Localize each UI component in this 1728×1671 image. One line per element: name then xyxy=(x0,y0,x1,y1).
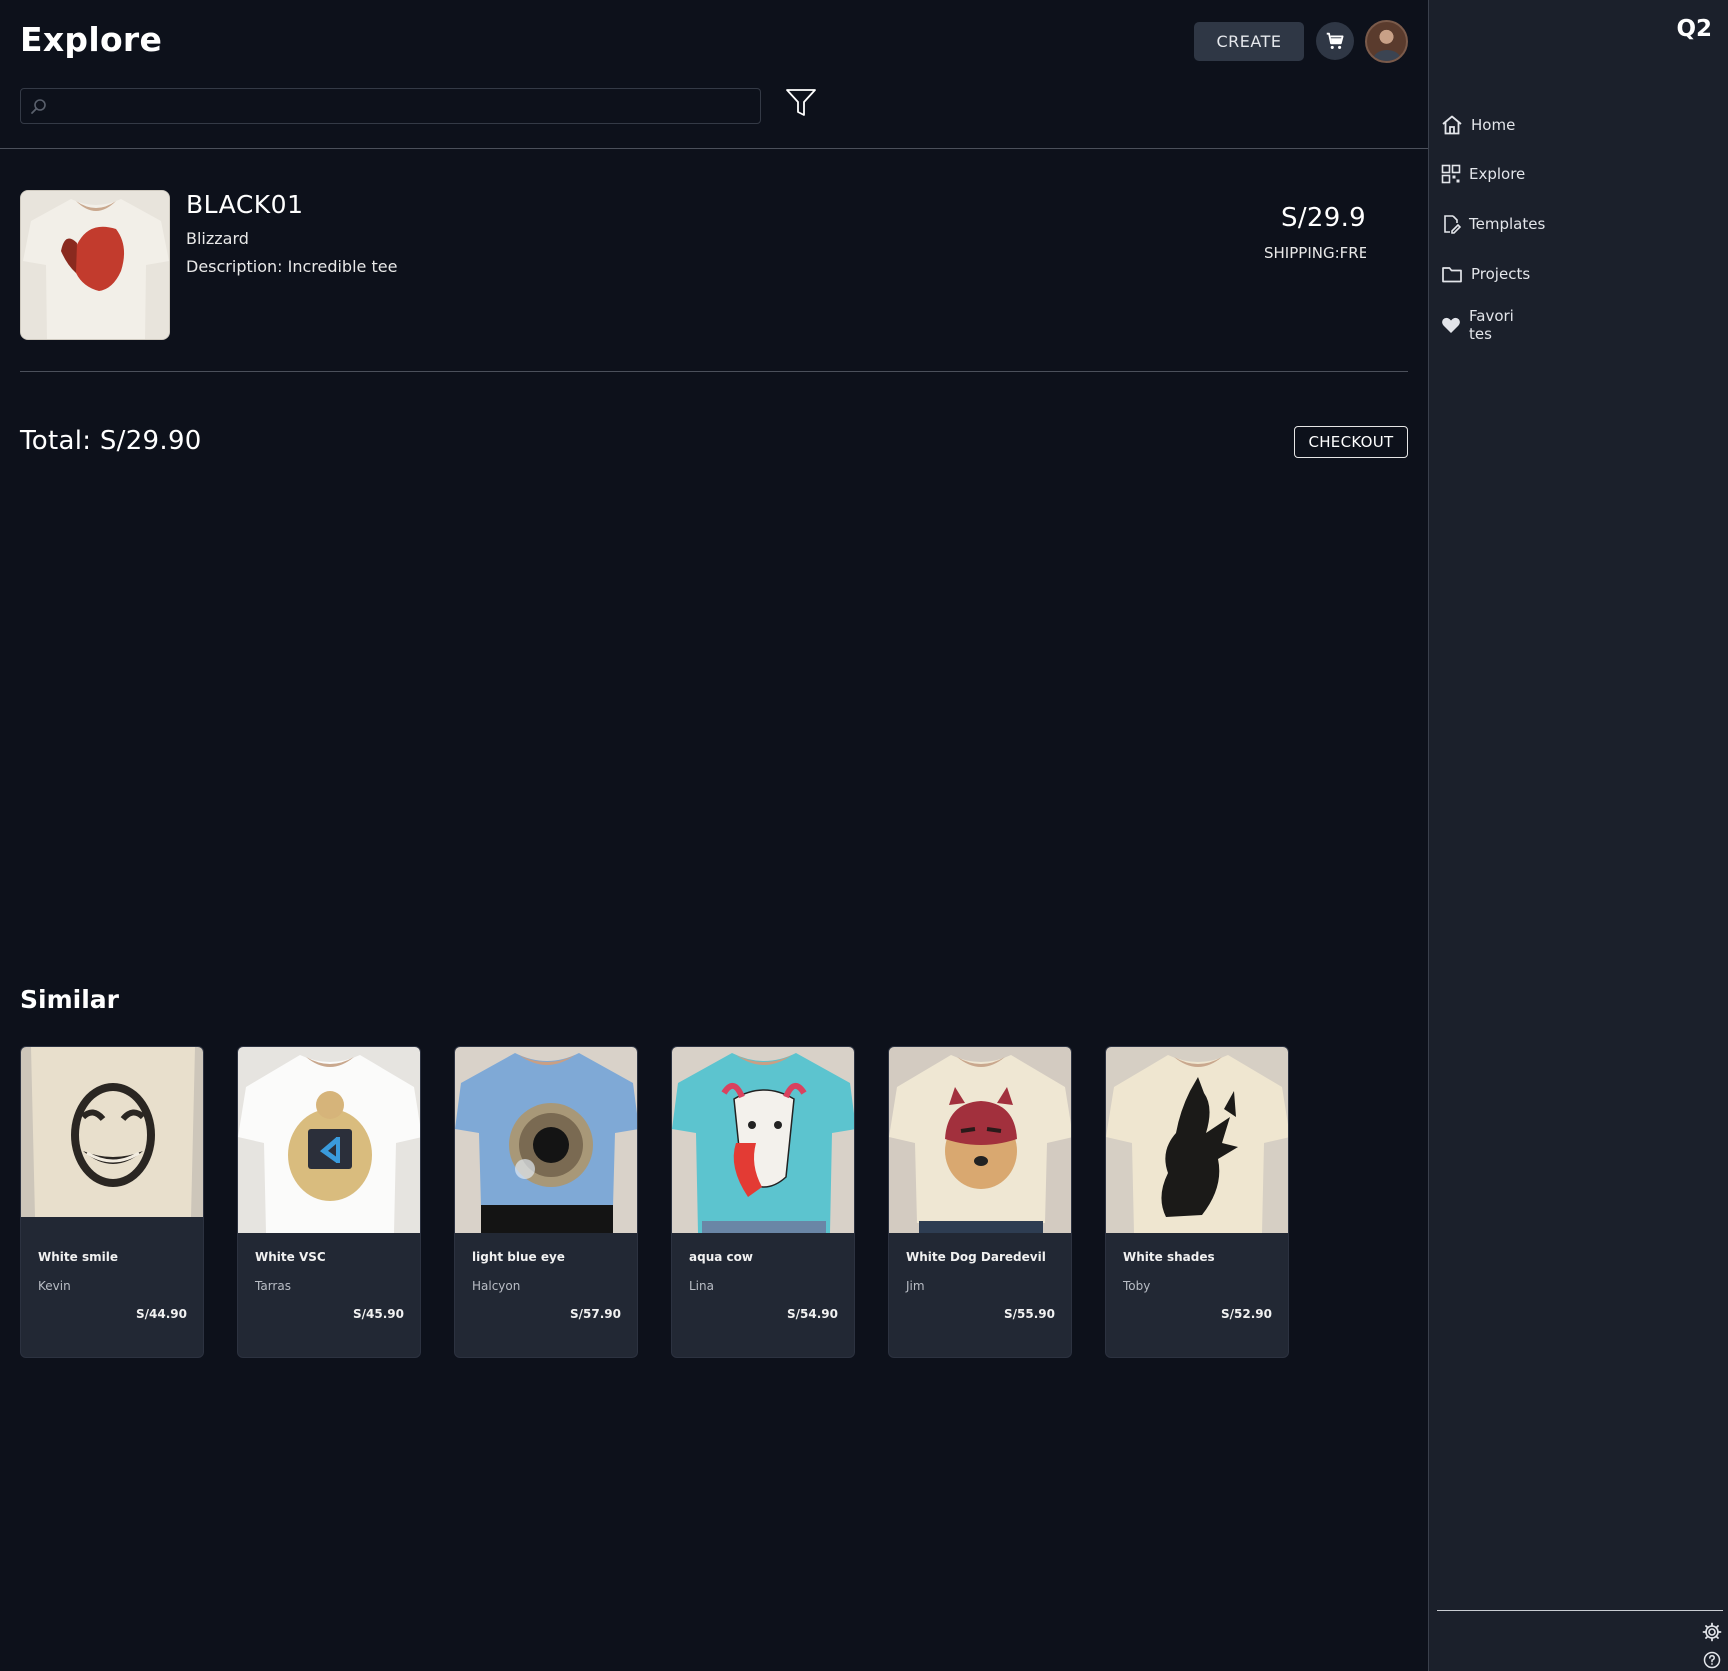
home-icon xyxy=(1442,115,1462,135)
product-card[interactable]: aqua cow Lina S/54.90 xyxy=(671,1046,855,1358)
product-price: S/55.90 xyxy=(1004,1307,1055,1321)
search-icon xyxy=(31,99,46,114)
sidebar-item-projects[interactable]: Projects xyxy=(1441,264,1711,284)
filter-icon[interactable] xyxy=(784,86,818,120)
sidebar: Q2 Home Explore Templates Projects Favor… xyxy=(1428,0,1728,1671)
product-name: White VSC xyxy=(255,1250,326,1264)
grid-icon xyxy=(1441,164,1461,184)
header-divider xyxy=(0,148,1428,149)
cart-total: Total: S/29.90 xyxy=(20,426,202,456)
product-author: Lina xyxy=(689,1279,714,1293)
product-price: S/44.90 xyxy=(136,1307,187,1321)
page-title: Explore xyxy=(20,20,163,59)
settings-icon[interactable] xyxy=(1702,1622,1722,1642)
sidebar-item-templates[interactable]: Templates xyxy=(1441,214,1711,234)
sidebar-item-favorites[interactable]: Favori tes xyxy=(1441,307,1711,343)
product-image xyxy=(21,1047,203,1233)
cart-item-description: Description: Incredible tee xyxy=(186,257,398,276)
cart-divider xyxy=(20,371,1408,372)
product-image xyxy=(672,1047,854,1233)
cart-item-image[interactable] xyxy=(20,190,170,340)
heart-icon xyxy=(1442,317,1460,333)
similar-section-title: Similar xyxy=(20,985,119,1014)
sidebar-item-label: Home xyxy=(1471,116,1516,134)
cart-item-price: S/29.9 xyxy=(1281,203,1366,233)
product-author: Halcyon xyxy=(472,1279,521,1293)
search-bar xyxy=(20,88,761,124)
product-price: S/54.90 xyxy=(787,1307,838,1321)
shopping-cart-icon xyxy=(1326,32,1344,49)
sidebar-divider xyxy=(1437,1610,1723,1611)
cart-button[interactable] xyxy=(1316,22,1354,60)
cart-item-name: BLACK01 xyxy=(186,190,304,219)
product-image xyxy=(455,1047,637,1233)
cart-item-shipping: SHIPPING:FREE xyxy=(1264,244,1366,262)
product-card[interactable]: White VSC Tarras S/45.90 xyxy=(237,1046,421,1358)
product-name: aqua cow xyxy=(689,1250,753,1264)
sidebar-item-home[interactable]: Home xyxy=(1441,114,1711,136)
sidebar-item-label: Favori tes xyxy=(1469,307,1514,343)
main-content: Explore CREATE BLACK01 Blizzard Descript… xyxy=(0,0,1428,1671)
sidebar-item-label: Explore xyxy=(1469,165,1526,183)
product-image xyxy=(238,1047,420,1233)
product-name: White smile xyxy=(38,1250,118,1264)
edit-document-icon xyxy=(1444,215,1461,234)
sidebar-item-label: Templates xyxy=(1469,215,1546,233)
product-price: S/52.90 xyxy=(1221,1307,1272,1321)
product-card[interactable]: White smile Kevin S/44.90 xyxy=(20,1046,204,1358)
product-price: S/45.90 xyxy=(353,1307,404,1321)
product-image xyxy=(1106,1047,1288,1233)
product-card[interactable]: White Dog Daredevil Jim S/55.90 xyxy=(888,1046,1072,1358)
create-button[interactable]: CREATE xyxy=(1194,22,1304,61)
product-card[interactable]: light blue eye Halcyon S/57.90 xyxy=(454,1046,638,1358)
checkout-button[interactable]: CHECKOUT xyxy=(1294,426,1408,458)
sidebar-item-label: Projects xyxy=(1471,265,1531,283)
cart-item-brand: Blizzard xyxy=(186,229,249,248)
search-input[interactable] xyxy=(57,89,760,123)
product-price: S/57.90 xyxy=(570,1307,621,1321)
sidebar-item-explore[interactable]: Explore xyxy=(1441,164,1711,184)
user-avatar[interactable] xyxy=(1365,20,1408,63)
similar-products-grid: White smile Kevin S/44.90 White VSC Tarr xyxy=(20,1046,1289,1358)
product-name: White shades xyxy=(1123,1250,1215,1264)
folder-icon xyxy=(1442,267,1462,283)
product-card[interactable]: White shades Toby S/52.90 xyxy=(1105,1046,1289,1358)
product-image xyxy=(889,1047,1071,1233)
help-icon[interactable] xyxy=(1703,1651,1721,1669)
product-author: Kevin xyxy=(38,1279,71,1293)
app-logo[interactable]: Q2 xyxy=(1676,16,1712,42)
product-author: Tarras xyxy=(255,1279,291,1293)
product-name: light blue eye xyxy=(472,1250,565,1264)
product-author: Jim xyxy=(906,1279,925,1293)
product-author: Toby xyxy=(1123,1279,1151,1293)
product-name: White Dog Daredevil xyxy=(906,1250,1046,1264)
